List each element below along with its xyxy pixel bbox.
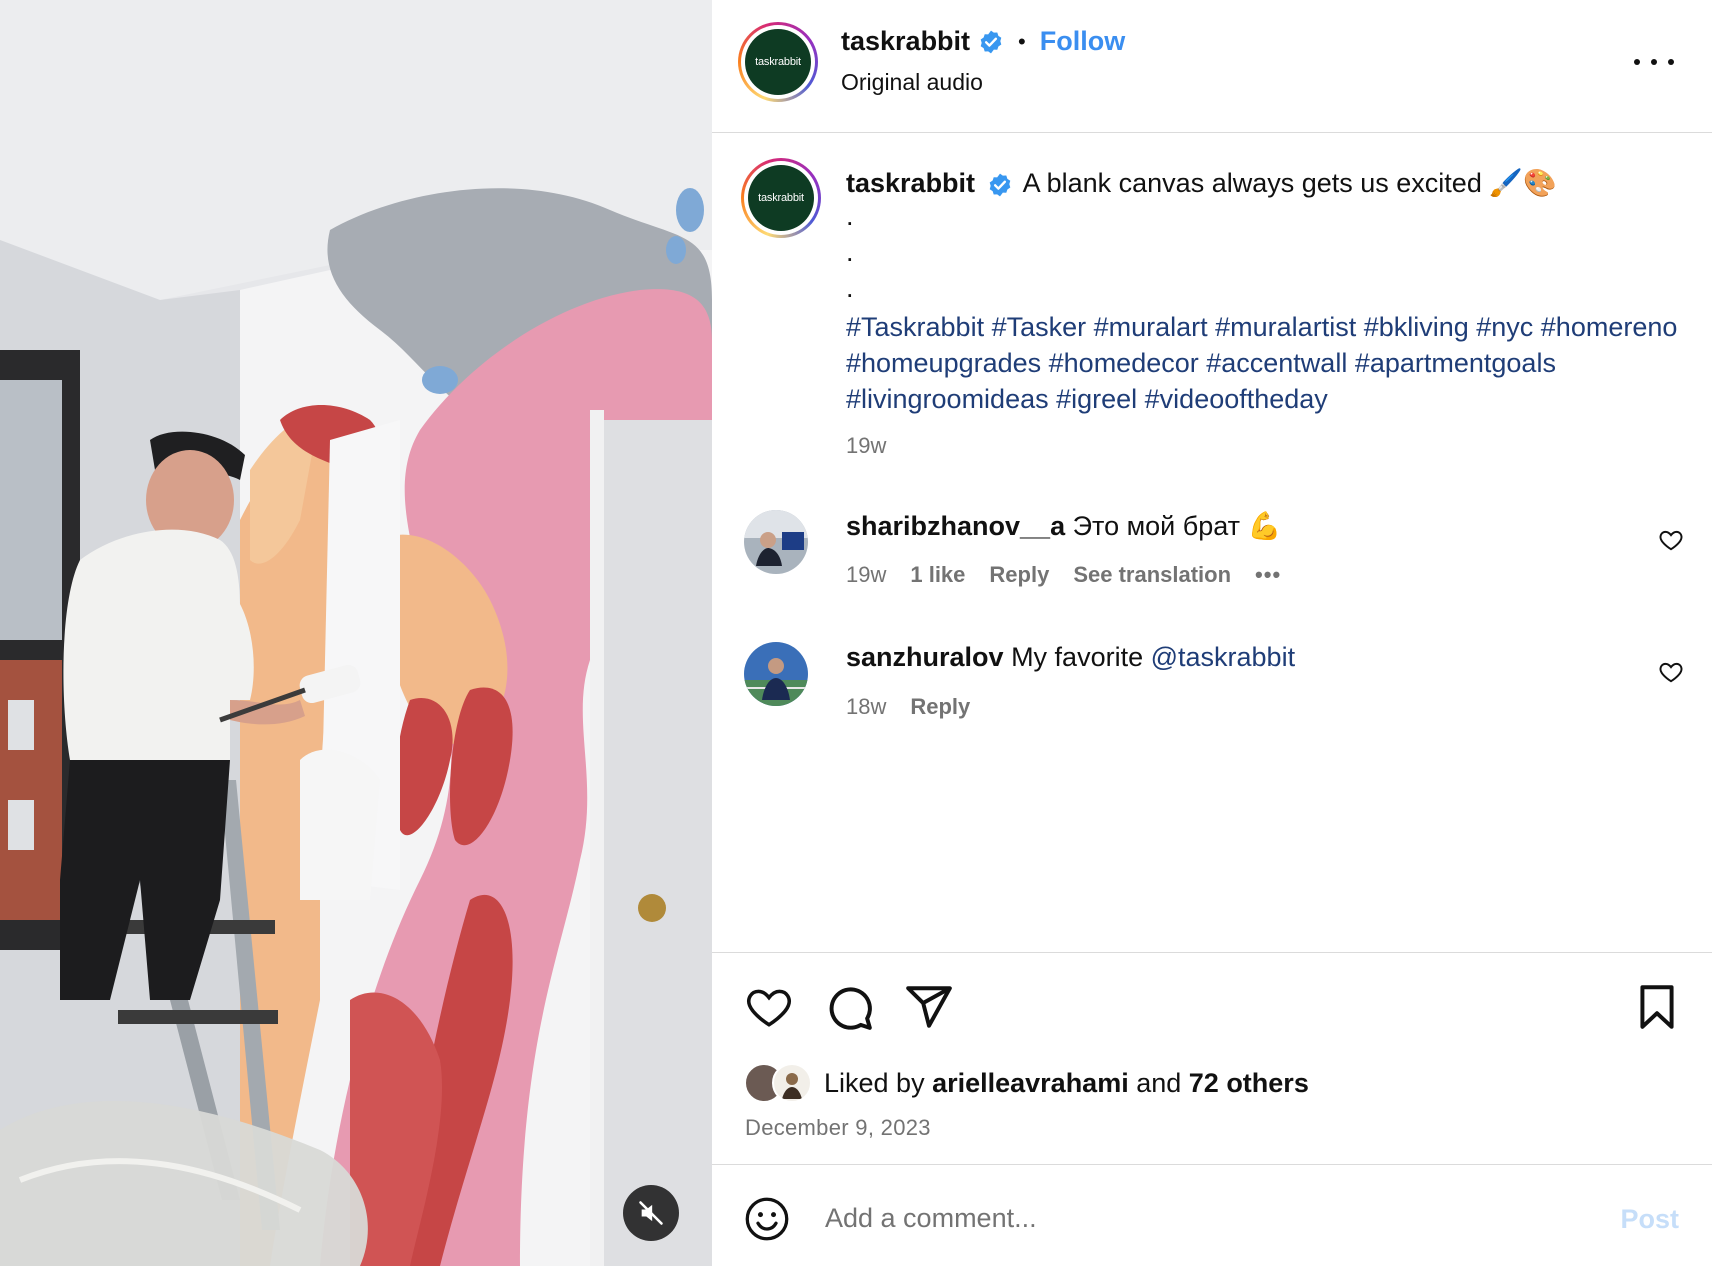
bookmark-icon[interactable]: [1632, 982, 1682, 1032]
avatar-logo-text: taskrabbit: [745, 29, 811, 95]
commenter-avatar[interactable]: [744, 510, 808, 574]
author-username[interactable]: taskrabbit: [841, 26, 970, 57]
emoji-icon[interactable]: [744, 1196, 790, 1242]
separator-dot: •: [1018, 28, 1026, 54]
post-media[interactable]: [0, 0, 712, 1266]
more-options-icon[interactable]: [1634, 50, 1674, 74]
mute-toggle-button[interactable]: [623, 1185, 679, 1241]
comment-icon[interactable]: [824, 982, 874, 1032]
caption-text: A blank canvas always gets us excited 🖌️…: [1022, 168, 1557, 198]
comment-timestamp[interactable]: 19w: [846, 562, 886, 588]
caption-timestamp[interactable]: 19w: [846, 433, 886, 459]
avatar-logo-text: taskrabbit: [748, 165, 814, 231]
caption-hashtags[interactable]: #Taskrabbit #Tasker #muralart #muralarti…: [846, 309, 1686, 417]
share-icon[interactable]: [904, 982, 954, 1032]
post-caption: taskrabbit A blank canvas always gets us…: [846, 165, 1686, 417]
reply-button[interactable]: Reply: [989, 562, 1049, 588]
post-comment-button[interactable]: Post: [1620, 1204, 1679, 1235]
comment-mention-link[interactable]: @taskrabbit: [1151, 642, 1295, 672]
audio-label[interactable]: Original audio: [841, 69, 983, 96]
comment-username[interactable]: sharibzhanov__a: [846, 511, 1065, 541]
see-translation-button[interactable]: See translation: [1073, 562, 1231, 588]
post-details-panel: taskrabbit taskrabbit • Follow Original …: [712, 0, 1712, 1266]
likes-others-count[interactable]: 72 others: [1189, 1068, 1309, 1098]
heart-icon[interactable]: [1658, 659, 1684, 685]
caption-author-avatar[interactable]: taskrabbit: [741, 158, 821, 238]
caption-username[interactable]: taskrabbit: [846, 168, 975, 198]
verified-badge-icon: [980, 30, 1002, 53]
comment-timestamp[interactable]: 18w: [846, 694, 886, 720]
verified-badge-icon: [989, 173, 1010, 197]
comment-text: Это мой брат 💪: [1072, 511, 1282, 541]
like-heart-icon[interactable]: [744, 982, 794, 1032]
follow-button[interactable]: Follow: [1040, 26, 1125, 57]
liker-avatar: [772, 1063, 812, 1103]
liker-avatars[interactable]: [744, 1063, 814, 1103]
comment-meta: 19w 1 like Reply See translation •••: [846, 562, 1281, 588]
post-date[interactable]: December 9, 2023: [745, 1115, 931, 1141]
comment-likes-count[interactable]: 1 like: [910, 562, 965, 588]
post-header: taskrabbit taskrabbit • Follow Original …: [712, 0, 1712, 133]
comment-meta: 18w Reply: [846, 694, 970, 720]
video-frame-illustration: [0, 0, 712, 1266]
likes-summary: Liked by arielleavrahami and 72 others: [744, 1063, 1309, 1103]
reply-button[interactable]: Reply: [910, 694, 970, 720]
author-avatar[interactable]: taskrabbit: [738, 22, 818, 102]
comment-username[interactable]: sanzhuralov: [846, 642, 1004, 672]
add-comment-bar: Post: [712, 1164, 1712, 1266]
likes-text[interactable]: Liked by arielleavrahami and 72 others: [824, 1068, 1309, 1099]
heart-icon[interactable]: [1658, 527, 1684, 553]
commenter-avatar[interactable]: [744, 642, 808, 706]
comment-more-button[interactable]: •••: [1255, 562, 1281, 588]
comment-text: My favorite: [1011, 642, 1151, 672]
liker-username[interactable]: arielleavrahami: [932, 1068, 1129, 1098]
comment-input[interactable]: [825, 1193, 1525, 1243]
caption-dots: . . .: [846, 201, 854, 303]
muted-speaker-icon: [639, 1201, 663, 1225]
